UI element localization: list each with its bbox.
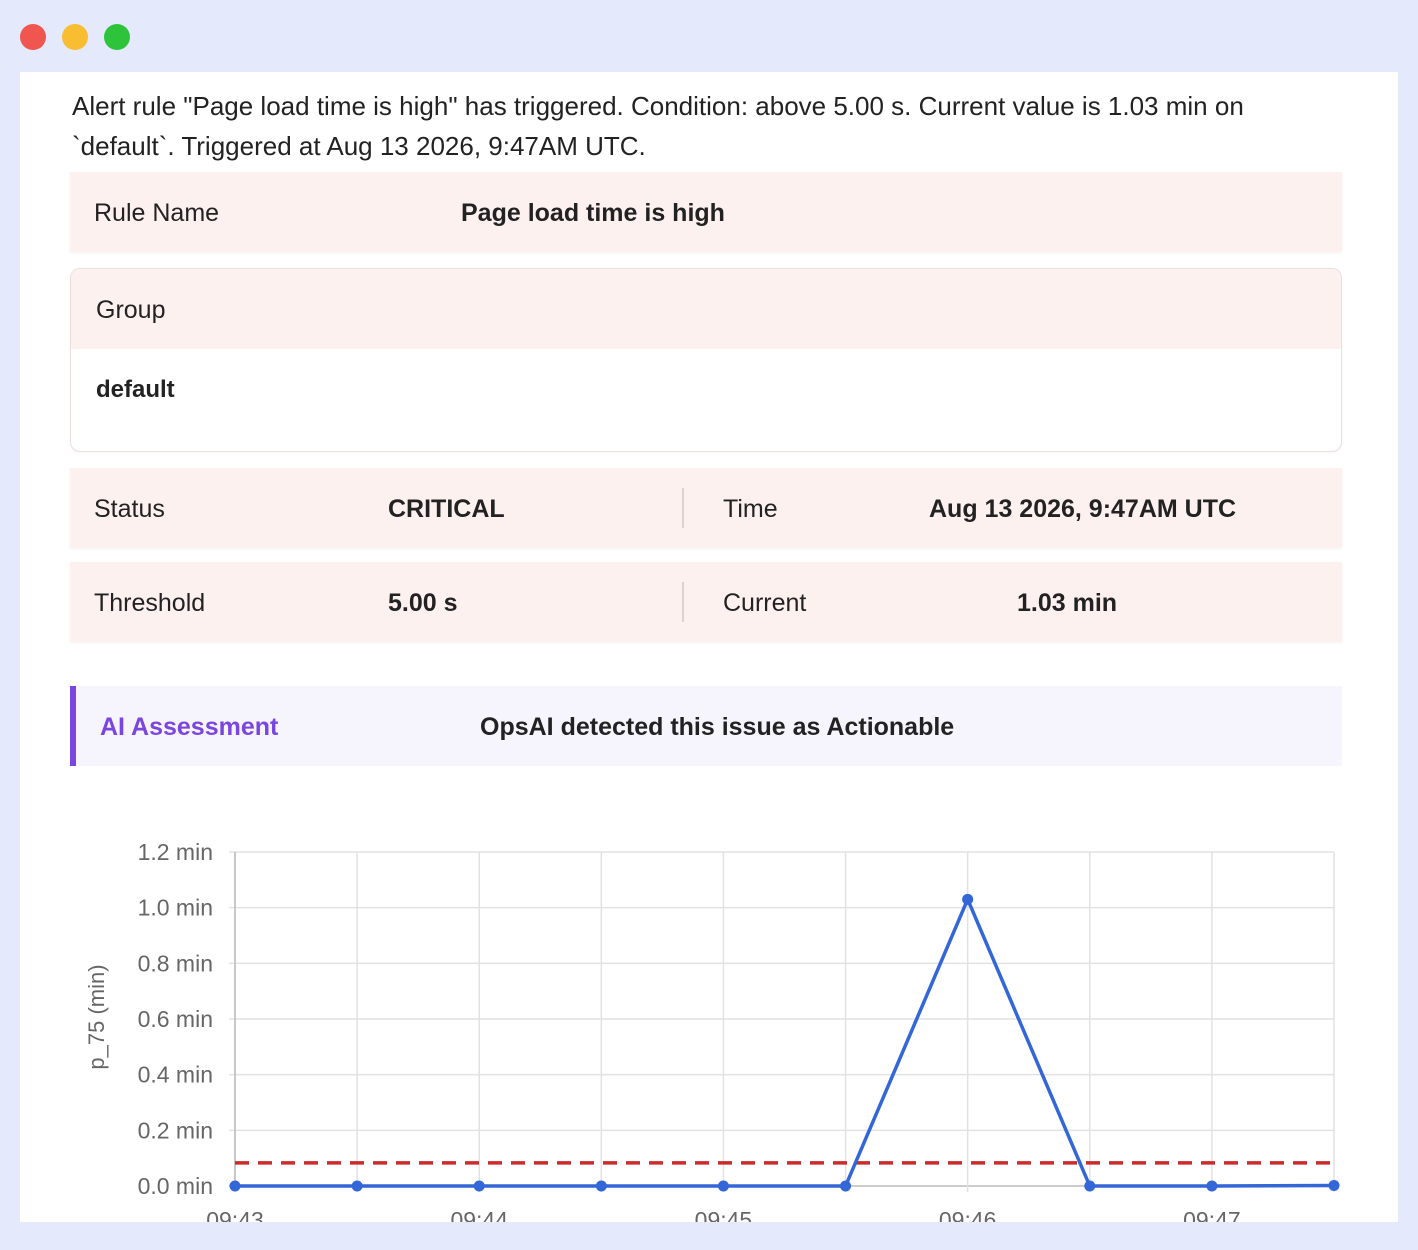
app-window: Alert rule "Page load time is high" has … xyxy=(0,0,1418,1250)
group-value: default xyxy=(96,376,175,403)
threshold-current-row: Threshold 5.00 s Current 1.03 min xyxy=(70,562,1342,642)
current-label: Current xyxy=(723,589,807,617)
column-divider xyxy=(682,582,684,622)
y-tick-label: 0.0 min xyxy=(138,1173,213,1199)
x-tick-label: 09:43 xyxy=(206,1207,264,1222)
data-point xyxy=(840,1180,852,1192)
data-point xyxy=(1206,1180,1218,1192)
chart-grid xyxy=(229,851,1335,1192)
series-line xyxy=(235,897,1335,1188)
y-tick-label: 1.0 min xyxy=(138,895,213,921)
status-label: Status xyxy=(94,495,165,523)
y-tick-label: 0.4 min xyxy=(138,1062,213,1088)
alert-message-line-2: `default`. Triggered at Aug 13 2026, 9:4… xyxy=(72,131,646,161)
data-point xyxy=(1084,1180,1096,1192)
alert-email-body: Alert rule "Page load time is high" has … xyxy=(20,72,1398,1222)
maximize-window-button[interactable] xyxy=(104,24,130,50)
y-tick-label: 0.2 min xyxy=(138,1117,213,1143)
x-tick-label: 09:46 xyxy=(939,1207,997,1222)
x-tick-label: 09:44 xyxy=(450,1207,508,1222)
time-value: Aug 13 2026, 9:47AM UTC xyxy=(929,495,1237,523)
y-axis: 0.0 min 0.2 min 0.4 min 0.6 min 0.8 min 1.0 m… xyxy=(138,839,213,1199)
data-point xyxy=(717,1180,729,1192)
x-tick-label: 09:45 xyxy=(695,1207,753,1222)
y-tick-label: 0.6 min xyxy=(138,1006,213,1032)
minimize-window-button[interactable] xyxy=(62,24,88,50)
group-card: Group default xyxy=(70,268,1342,452)
y-axis-label: p_75 (min) xyxy=(84,964,109,1069)
rule-name-label: Rule Name xyxy=(94,199,220,227)
data-point xyxy=(473,1180,485,1192)
data-point xyxy=(595,1180,607,1192)
alert-message-line-1: Alert rule "Page load time is high" has … xyxy=(72,91,1244,121)
data-point xyxy=(962,893,974,905)
time-label: Time xyxy=(723,495,778,523)
ai-assessment-value: OpsAI detected this issue as Actionable xyxy=(480,713,955,741)
threshold-value: 5.00 s xyxy=(388,589,458,617)
y-tick-label: 1.2 min xyxy=(138,839,213,865)
ai-assessment-label: AI Assessment xyxy=(100,713,279,741)
data-point xyxy=(1328,1179,1340,1191)
data-point xyxy=(229,1180,241,1192)
rule-name-value: Page load time is high xyxy=(461,199,725,227)
data-point xyxy=(351,1180,363,1192)
ai-assessment-card: AI Assessment OpsAI detected this issue … xyxy=(70,686,1342,766)
p75-line-chart: 0.0 min 0.2 min 0.4 min 0.6 min 0.8 min 1.0 m… xyxy=(84,839,1340,1222)
alert-message: Alert rule "Page load time is high" has … xyxy=(72,86,1362,166)
series-p75 xyxy=(229,893,1340,1192)
current-value: 1.03 min xyxy=(1017,589,1118,617)
column-divider xyxy=(682,488,684,528)
threshold-label: Threshold xyxy=(94,589,206,617)
x-axis: 09:43 09:44 09:45 09:46 09:47 xyxy=(206,1207,1240,1222)
status-value: CRITICAL xyxy=(388,495,505,523)
close-window-button[interactable] xyxy=(20,24,46,50)
status-time-row: Status CRITICAL Time Aug 13 2026, 9:47AM… xyxy=(70,468,1342,548)
y-tick-label: 0.8 min xyxy=(138,950,213,976)
group-label: Group xyxy=(96,296,166,324)
x-tick-label: 09:47 xyxy=(1183,1207,1241,1222)
rule-name-row: Rule Name Page load time is high xyxy=(70,172,1342,252)
group-header: Group xyxy=(71,269,1341,349)
